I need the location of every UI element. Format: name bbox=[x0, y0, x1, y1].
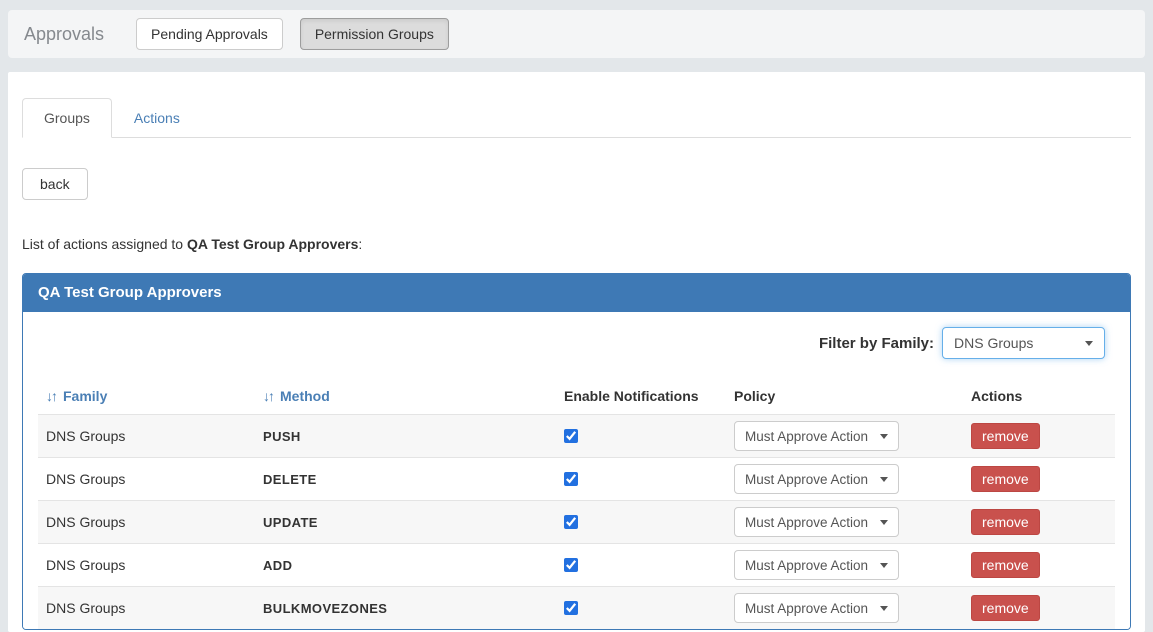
filter-row: Filter by Family: DNS Groups bbox=[38, 327, 1105, 359]
method-cell: ADD bbox=[255, 544, 556, 587]
pending-approvals-button[interactable]: Pending Approvals bbox=[136, 18, 283, 50]
chevron-down-icon bbox=[880, 434, 888, 439]
group-panel: QA Test Group Approvers Filter by Family… bbox=[22, 273, 1131, 630]
page-title: Approvals bbox=[24, 24, 104, 45]
column-header-enable-notifications: Enable Notifications bbox=[556, 380, 726, 415]
enable-notifications-checkbox[interactable] bbox=[564, 601, 578, 615]
policy-select-value: Must Approve Action bbox=[745, 515, 868, 530]
intro-group-name: QA Test Group Approvers bbox=[187, 236, 358, 252]
chevron-down-icon bbox=[880, 477, 888, 482]
remove-button[interactable]: remove bbox=[971, 509, 1040, 535]
panel-title: QA Test Group Approvers bbox=[23, 274, 1130, 312]
family-cell: DNS Groups bbox=[38, 458, 255, 501]
filter-by-family-label: Filter by Family: bbox=[819, 335, 934, 352]
table-row: DNS GroupsPUSH Must Approve Action remove bbox=[38, 415, 1115, 458]
column-header-actions: Actions bbox=[963, 380, 1115, 415]
remove-button[interactable]: remove bbox=[971, 466, 1040, 492]
content-card: Groups Actions back List of actions assi… bbox=[8, 72, 1145, 632]
notifications-cell bbox=[556, 458, 726, 501]
notifications-cell bbox=[556, 544, 726, 587]
chevron-down-icon bbox=[880, 520, 888, 525]
policy-cell: Must Approve Action bbox=[726, 544, 963, 587]
family-cell: DNS Groups bbox=[38, 544, 255, 587]
panel-body: Filter by Family: DNS Groups ↓↑Family↓↑M… bbox=[23, 312, 1130, 629]
remove-button[interactable]: remove bbox=[971, 423, 1040, 449]
actions-cell: remove bbox=[963, 587, 1115, 630]
table-row: DNS GroupsADD Must Approve Action remove bbox=[38, 544, 1115, 587]
sort-icon: ↓↑ bbox=[263, 388, 273, 404]
policy-cell: Must Approve Action bbox=[726, 415, 963, 458]
actions-cell: remove bbox=[963, 415, 1115, 458]
family-filter-select[interactable]: DNS Groups bbox=[942, 327, 1105, 359]
permission-groups-button[interactable]: Permission Groups bbox=[300, 18, 449, 50]
column-header-family[interactable]: ↓↑Family bbox=[38, 380, 255, 415]
enable-notifications-checkbox[interactable] bbox=[564, 515, 578, 529]
method-cell: PUSH bbox=[255, 415, 556, 458]
intro-prefix: List of actions assigned to bbox=[22, 236, 187, 252]
method-cell: BULKMOVEZONES bbox=[255, 587, 556, 630]
policy-select[interactable]: Must Approve Action bbox=[734, 507, 899, 537]
enable-notifications-checkbox[interactable] bbox=[564, 429, 578, 443]
policy-select[interactable]: Must Approve Action bbox=[734, 593, 899, 623]
table-row: DNS GroupsDELETE Must Approve Action remov… bbox=[38, 458, 1115, 501]
actions-table: ↓↑Family↓↑MethodEnable NotificationsPoli… bbox=[38, 380, 1115, 629]
intro-text: List of actions assigned to QA Test Grou… bbox=[22, 236, 1131, 252]
back-button[interactable]: back bbox=[22, 168, 88, 200]
policy-select-value: Must Approve Action bbox=[745, 429, 868, 444]
chevron-down-icon bbox=[880, 606, 888, 611]
policy-select[interactable]: Must Approve Action bbox=[734, 464, 899, 494]
tab-bar: Groups Actions bbox=[22, 98, 1131, 138]
enable-notifications-checkbox[interactable] bbox=[564, 472, 578, 486]
policy-select-value: Must Approve Action bbox=[745, 472, 868, 487]
sort-icon: ↓↑ bbox=[46, 388, 56, 404]
notifications-cell bbox=[556, 587, 726, 630]
actions-cell: remove bbox=[963, 544, 1115, 587]
family-filter-value: DNS Groups bbox=[954, 335, 1033, 351]
remove-button[interactable]: remove bbox=[971, 552, 1040, 578]
notifications-cell bbox=[556, 415, 726, 458]
policy-cell: Must Approve Action bbox=[726, 458, 963, 501]
table-row: DNS GroupsUPDATE Must Approve Action remov… bbox=[38, 501, 1115, 544]
family-cell: DNS Groups bbox=[38, 501, 255, 544]
enable-notifications-checkbox[interactable] bbox=[564, 558, 578, 572]
table-header-row: ↓↑Family↓↑MethodEnable NotificationsPoli… bbox=[38, 380, 1115, 415]
policy-select[interactable]: Must Approve Action bbox=[734, 421, 899, 451]
actions-cell: remove bbox=[963, 501, 1115, 544]
policy-select-value: Must Approve Action bbox=[745, 601, 868, 616]
remove-button[interactable]: remove bbox=[971, 595, 1040, 621]
family-cell: DNS Groups bbox=[38, 587, 255, 630]
table-row: DNS GroupsBULKMOVEZONES Must Approve Acti… bbox=[38, 587, 1115, 630]
intro-suffix: : bbox=[358, 236, 362, 252]
policy-select-value: Must Approve Action bbox=[745, 558, 868, 573]
tab-groups[interactable]: Groups bbox=[22, 98, 112, 138]
actions-cell: remove bbox=[963, 458, 1115, 501]
tab-actions[interactable]: Actions bbox=[112, 98, 202, 138]
policy-cell: Must Approve Action bbox=[726, 501, 963, 544]
family-cell: DNS Groups bbox=[38, 415, 255, 458]
column-header-method[interactable]: ↓↑Method bbox=[255, 380, 556, 415]
notifications-cell bbox=[556, 501, 726, 544]
method-cell: DELETE bbox=[255, 458, 556, 501]
topbar: Approvals Pending Approvals Permission G… bbox=[8, 10, 1145, 58]
chevron-down-icon bbox=[1085, 341, 1093, 346]
method-cell: UPDATE bbox=[255, 501, 556, 544]
chevron-down-icon bbox=[880, 563, 888, 568]
policy-select[interactable]: Must Approve Action bbox=[734, 550, 899, 580]
column-header-policy: Policy bbox=[726, 380, 963, 415]
policy-cell: Must Approve Action bbox=[726, 587, 963, 630]
